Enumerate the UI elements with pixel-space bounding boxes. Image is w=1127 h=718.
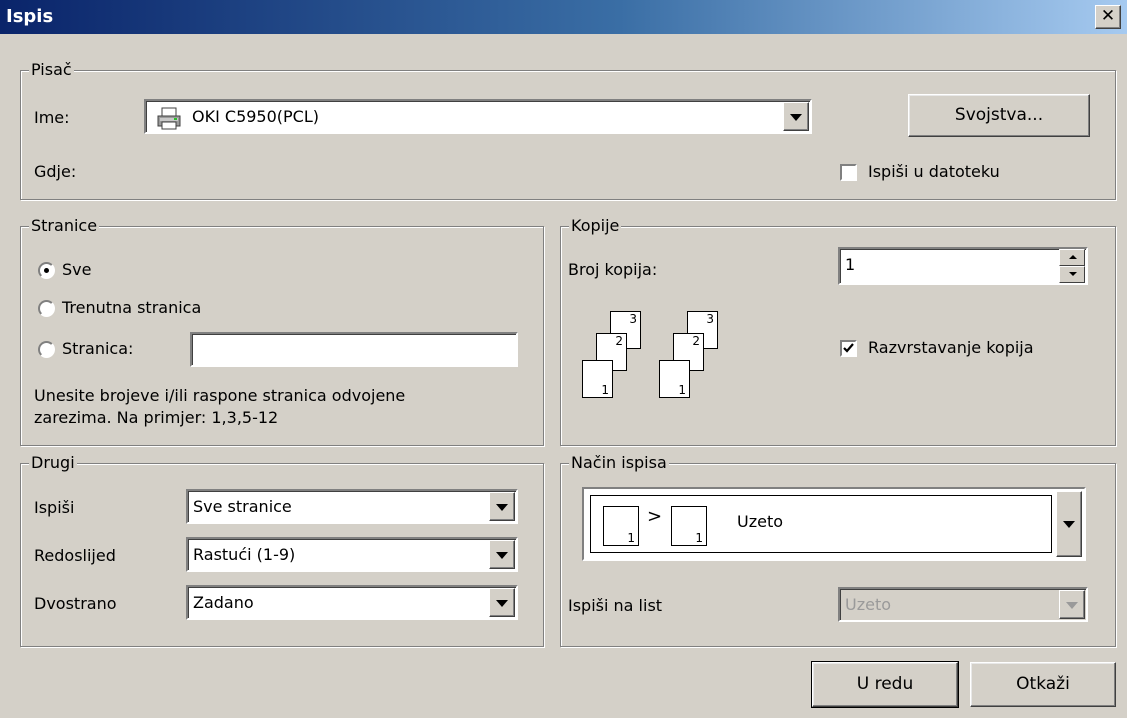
checkmark-icon: [843, 343, 854, 353]
pages-legend: Stranice: [29, 216, 100, 235]
close-icon: ✕: [1100, 6, 1116, 26]
radio-all[interactable]: [38, 262, 55, 279]
print-what-select[interactable]: Sve stranice: [186, 489, 518, 524]
duplex-label: Dvostrano: [34, 594, 117, 613]
print-to-file-checkbox[interactable]: [840, 164, 857, 181]
pages-hint-line2: zarezima. Na primjer: 1,3,5-12: [34, 408, 279, 427]
window-title: Ispis: [6, 6, 54, 27]
mode-page-b: 1: [671, 506, 707, 546]
print-what-dropdown-button[interactable]: [489, 492, 515, 521]
print-what-label: Ispiši: [34, 498, 75, 517]
close-button[interactable]: ✕: [1095, 5, 1121, 29]
chevron-down-icon: [496, 503, 508, 511]
chevron-down-icon: [1066, 601, 1078, 609]
per-sheet-dropdown-button[interactable]: [1059, 590, 1085, 619]
print-to-file-label[interactable]: Ispiši u datoteku: [868, 162, 1000, 181]
radio-all-label[interactable]: Sve: [62, 260, 91, 279]
mode-page-a: 1: [603, 506, 639, 546]
radio-current-page-label[interactable]: Trenutna stranica: [62, 298, 201, 317]
order-select[interactable]: Rastući (1-9): [186, 537, 518, 572]
copies-count-input[interactable]: 1: [838, 247, 1088, 285]
duplex-select[interactable]: Zadano: [186, 585, 518, 620]
printer-icon: [157, 107, 181, 130]
ok-button[interactable]: U redu: [811, 661, 959, 708]
duplex-dropdown-button[interactable]: [489, 588, 515, 617]
chevron-down-icon: [790, 113, 802, 121]
print-mode-select[interactable]: 1 > 1 Uzeto: [582, 487, 1086, 561]
printer-name-label: Ime:: [34, 108, 70, 127]
mode-arrow: >: [647, 506, 663, 527]
printer-name-value: OKI C5950(PCL): [192, 107, 319, 126]
order-value: Rastući (1-9): [193, 545, 296, 564]
printer-legend: Pisač: [29, 60, 74, 79]
radio-dot: [44, 268, 49, 273]
print-mode-value: Uzeto: [737, 512, 784, 531]
page-range-input[interactable]: [190, 332, 518, 367]
collate-page: 1: [659, 360, 690, 398]
print-mode-preview: 1 > 1 Uzeto: [590, 495, 1052, 553]
print-what-value: Sve stranice: [193, 497, 292, 516]
properties-button[interactable]: Svojstva...: [908, 94, 1090, 137]
copies-count-value: 1: [845, 255, 856, 274]
radio-current-page[interactable]: [38, 300, 55, 317]
per-sheet-value: Uzeto: [845, 595, 892, 614]
chevron-down-icon: [1063, 521, 1075, 528]
collate-page: 1: [582, 360, 613, 398]
printer-select[interactable]: OKI C5950(PCL): [144, 99, 812, 134]
copies-spin-up[interactable]: [1059, 249, 1085, 266]
per-sheet-select[interactable]: Uzeto: [838, 587, 1088, 622]
chevron-down-icon: [496, 599, 508, 607]
printer-where-label: Gdje:: [34, 162, 77, 181]
spin-up-icon: [1069, 255, 1077, 259]
copies-legend: Kopije: [569, 216, 622, 235]
order-label: Redoslijed: [34, 546, 116, 565]
print-mode-dropdown-button[interactable]: [1056, 491, 1082, 557]
per-sheet-label: Ispiši na list: [568, 596, 663, 615]
duplex-value: Zadano: [193, 593, 254, 612]
collate-label[interactable]: Razvrstavanje kopija: [868, 338, 1034, 357]
other-legend: Drugi: [29, 453, 77, 472]
pages-hint-line1: Unesite brojeve i/ili raspone stranica o…: [34, 386, 406, 405]
order-dropdown-button[interactable]: [489, 540, 515, 569]
copies-count-label: Broj kopija:: [568, 260, 658, 279]
radio-page-range[interactable]: [38, 341, 55, 358]
collate-checkbox[interactable]: [840, 340, 857, 357]
copies-spin-down[interactable]: [1059, 266, 1085, 283]
chevron-down-icon: [496, 551, 508, 559]
title-bar: Ispis ✕: [0, 0, 1127, 34]
radio-page-range-label[interactable]: Stranica:: [62, 339, 133, 358]
cancel-button[interactable]: Otkaži: [970, 662, 1116, 707]
print-mode-legend: Način ispisa: [569, 453, 669, 472]
spin-down-icon: [1069, 272, 1077, 276]
printer-dropdown-button[interactable]: [783, 102, 809, 131]
